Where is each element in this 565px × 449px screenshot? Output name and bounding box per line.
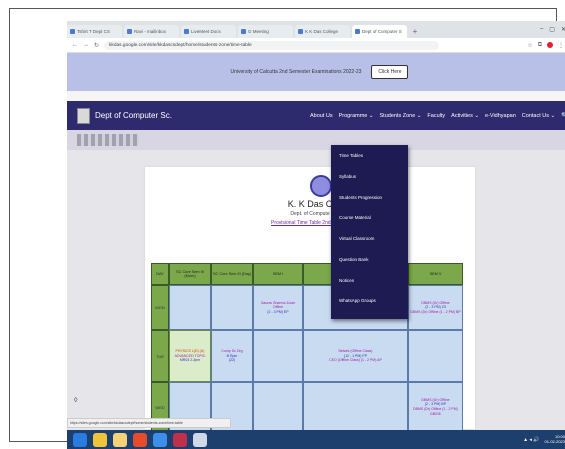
- nav-item-students-zone[interactable]: Students Zone ⌄: [380, 113, 422, 119]
- time-table-grid: DAY SC Core Sem III (Morn) SC Core Sem I…: [151, 263, 473, 432]
- day-label: TUE: [151, 330, 169, 382]
- site-navbar: Dept of Computer Sc. About Us Programme …: [67, 101, 565, 130]
- table-cell: [408, 330, 463, 382]
- bookmark-star-icon[interactable]: ☆: [527, 42, 532, 49]
- media-icon[interactable]: [133, 432, 147, 447]
- hero-pattern: [77, 134, 139, 146]
- browser-tab-strip: Tshirt T Dept CS Ravi - mailinbox LiveMe…: [67, 21, 565, 38]
- tab-favicon-icon: [127, 29, 132, 34]
- window-controls: – ▢ ✕: [540, 26, 565, 33]
- scroll-arrow-icon[interactable]: ◊: [74, 397, 77, 404]
- table-cell: PHYSICS L(D) (U) ADVANCED TOPIC MR03 2-3pm: [169, 330, 211, 382]
- profile-avatar[interactable]: [547, 41, 553, 48]
- desktop-screen: Tshirt T Dept CS Ravi - mailinbox LiveMe…: [67, 21, 565, 449]
- college-seal-icon: [310, 175, 332, 197]
- start-icon[interactable]: [73, 432, 87, 447]
- day-label: MON: [151, 285, 169, 330]
- table-cell: DBMS (Dr) Offline (2 - 3 PM) Z3 DBMS (Dr) …: [408, 285, 463, 330]
- tab-favicon-icon: [298, 29, 303, 34]
- chrome-icon[interactable]: [153, 432, 167, 447]
- extensions-icon[interactable]: ⧉: [538, 42, 542, 49]
- dropdown-item-whatsapp-groups[interactable]: WhatsApp Groups: [331, 298, 408, 319]
- tab-favicon-icon: [241, 29, 246, 34]
- table-cell: Gaurav Sharma Zoom Offline (2 - 3 PM) EP: [253, 285, 303, 330]
- dropdown-item-virtual-classroom[interactable]: Virtual Classroom: [331, 236, 408, 257]
- students-zone-dropdown: Time Tables Syllabus Students Progressio…: [331, 145, 408, 319]
- browser-tab[interactable]: LiveMeet Docs: [181, 25, 236, 38]
- dropdown-item-syllabus[interactable]: Syllabus: [331, 174, 408, 195]
- tab-favicon-icon: [355, 29, 360, 34]
- screenshot-frame: Tshirt T Dept CS Ravi - mailinbox LiveMe…: [9, 8, 565, 449]
- college-logo[interactable]: [77, 107, 90, 124]
- nav-item-e-vidhyapan[interactable]: e-Vidhyapan: [485, 113, 516, 119]
- back-button[interactable]: ←: [72, 42, 78, 48]
- minimize-button[interactable]: –: [540, 26, 543, 33]
- forward-button[interactable]: →: [83, 42, 89, 48]
- table-cell: Comp Sc Org B Rpm (Z2): [211, 330, 253, 382]
- table-header-cell: DAY: [151, 263, 169, 285]
- browser-tab-active[interactable]: Dept of Computer S: [352, 25, 407, 38]
- address-bar-icons: ☆ ⧉ ⋮: [527, 41, 565, 49]
- nav-item-faculty[interactable]: Faculty: [427, 113, 445, 119]
- table-header-cell: SEM V: [408, 263, 463, 285]
- close-window-button[interactable]: ✕: [561, 26, 565, 33]
- banner-text: University of Calcutta 2nd Semester Exam…: [230, 69, 362, 75]
- pdf-icon[interactable]: [173, 432, 187, 447]
- browser-tab[interactable]: Ravi - mailinbox: [124, 25, 179, 38]
- explorer-icon[interactable]: [93, 432, 107, 447]
- text-icon[interactable]: [193, 432, 207, 447]
- table-cell: [253, 382, 303, 432]
- nav-item-activities[interactable]: Activities ⌄: [451, 113, 479, 119]
- tab-favicon-icon: [70, 29, 75, 34]
- folder-icon[interactable]: [113, 432, 127, 447]
- table-header-cell: SEM I: [253, 263, 303, 285]
- address-bar-row: ← → ↻ kkdas.google.com/site/kkdascsdept/…: [67, 38, 565, 53]
- site-title[interactable]: Dept of Computer Sc.: [95, 111, 172, 120]
- tray-icons[interactable]: ▲ ◂ 🔊: [523, 437, 539, 443]
- dropdown-item-notices[interactable]: Notices: [331, 278, 408, 299]
- windows-taskbar: ▲ ◂ 🔊 10:00 01-02-2023: [67, 430, 565, 449]
- nav-item-contact[interactable]: Contact Us ⌄: [522, 113, 555, 119]
- table-cell: [253, 330, 303, 382]
- table-cell: [169, 285, 211, 330]
- nav-item-about[interactable]: About Us: [310, 113, 333, 119]
- dropdown-item-students-progression[interactable]: Students Progression: [331, 195, 408, 216]
- browser-tab[interactable]: Tshirt T Dept CS: [67, 25, 122, 38]
- dropdown-item-time-tables[interactable]: Time Tables: [331, 153, 408, 174]
- department-subtitle: Dept. of Compute: [290, 211, 330, 217]
- hero-image-strip: [67, 130, 565, 150]
- table-cell: [211, 285, 253, 330]
- page-content-card: K. K Das C Dept. of Compute Provisional …: [145, 167, 475, 432]
- search-icon[interactable]: 🔍: [561, 113, 565, 119]
- table-cell: [303, 382, 408, 432]
- table-cell: Netwrk (Offline Class) (12 - 1 PM) PP CEO …: [303, 330, 408, 382]
- browser-menu-icon[interactable]: ⋮: [558, 42, 564, 49]
- maximize-button[interactable]: ▢: [549, 26, 555, 33]
- table-header-cell: SC Core Sem III (Morn): [169, 263, 211, 285]
- new-tab-button[interactable]: +: [409, 26, 421, 38]
- table-header-cell: SC Core Sem III (Day): [211, 263, 253, 285]
- tab-favicon-icon: [184, 29, 189, 34]
- reload-button[interactable]: ↻: [94, 42, 99, 49]
- dropdown-item-course-material[interactable]: Course Material: [331, 215, 408, 236]
- status-bar-url: https://sites.google.com/site/kkdascsdep…: [67, 418, 231, 428]
- nav-item-programme[interactable]: Programme ⌄: [339, 113, 374, 119]
- click-here-button[interactable]: Click Here: [371, 65, 409, 79]
- browser-tab[interactable]: G Meeting: [238, 25, 293, 38]
- dropdown-item-question-bank[interactable]: Question Bank: [331, 257, 408, 278]
- time-table-link[interactable]: Provisional Time Table 2nd Semest: [145, 220, 475, 226]
- browser-tab[interactable]: K K Das College: [295, 25, 350, 38]
- url-input[interactable]: kkdas.google.com/site/kkdascsdept/home/s…: [104, 40, 440, 50]
- nav-menu: About Us Programme ⌄ Students Zone ⌄ Fac…: [310, 113, 565, 119]
- college-name: K. K Das C: [287, 199, 333, 209]
- announcement-banner: University of Calcutta 2nd Semester Exam…: [67, 53, 565, 91]
- table-cell: DBMS (Dr) Offline (2 - 3 PM) BP DBMS (Dr) …: [408, 382, 463, 432]
